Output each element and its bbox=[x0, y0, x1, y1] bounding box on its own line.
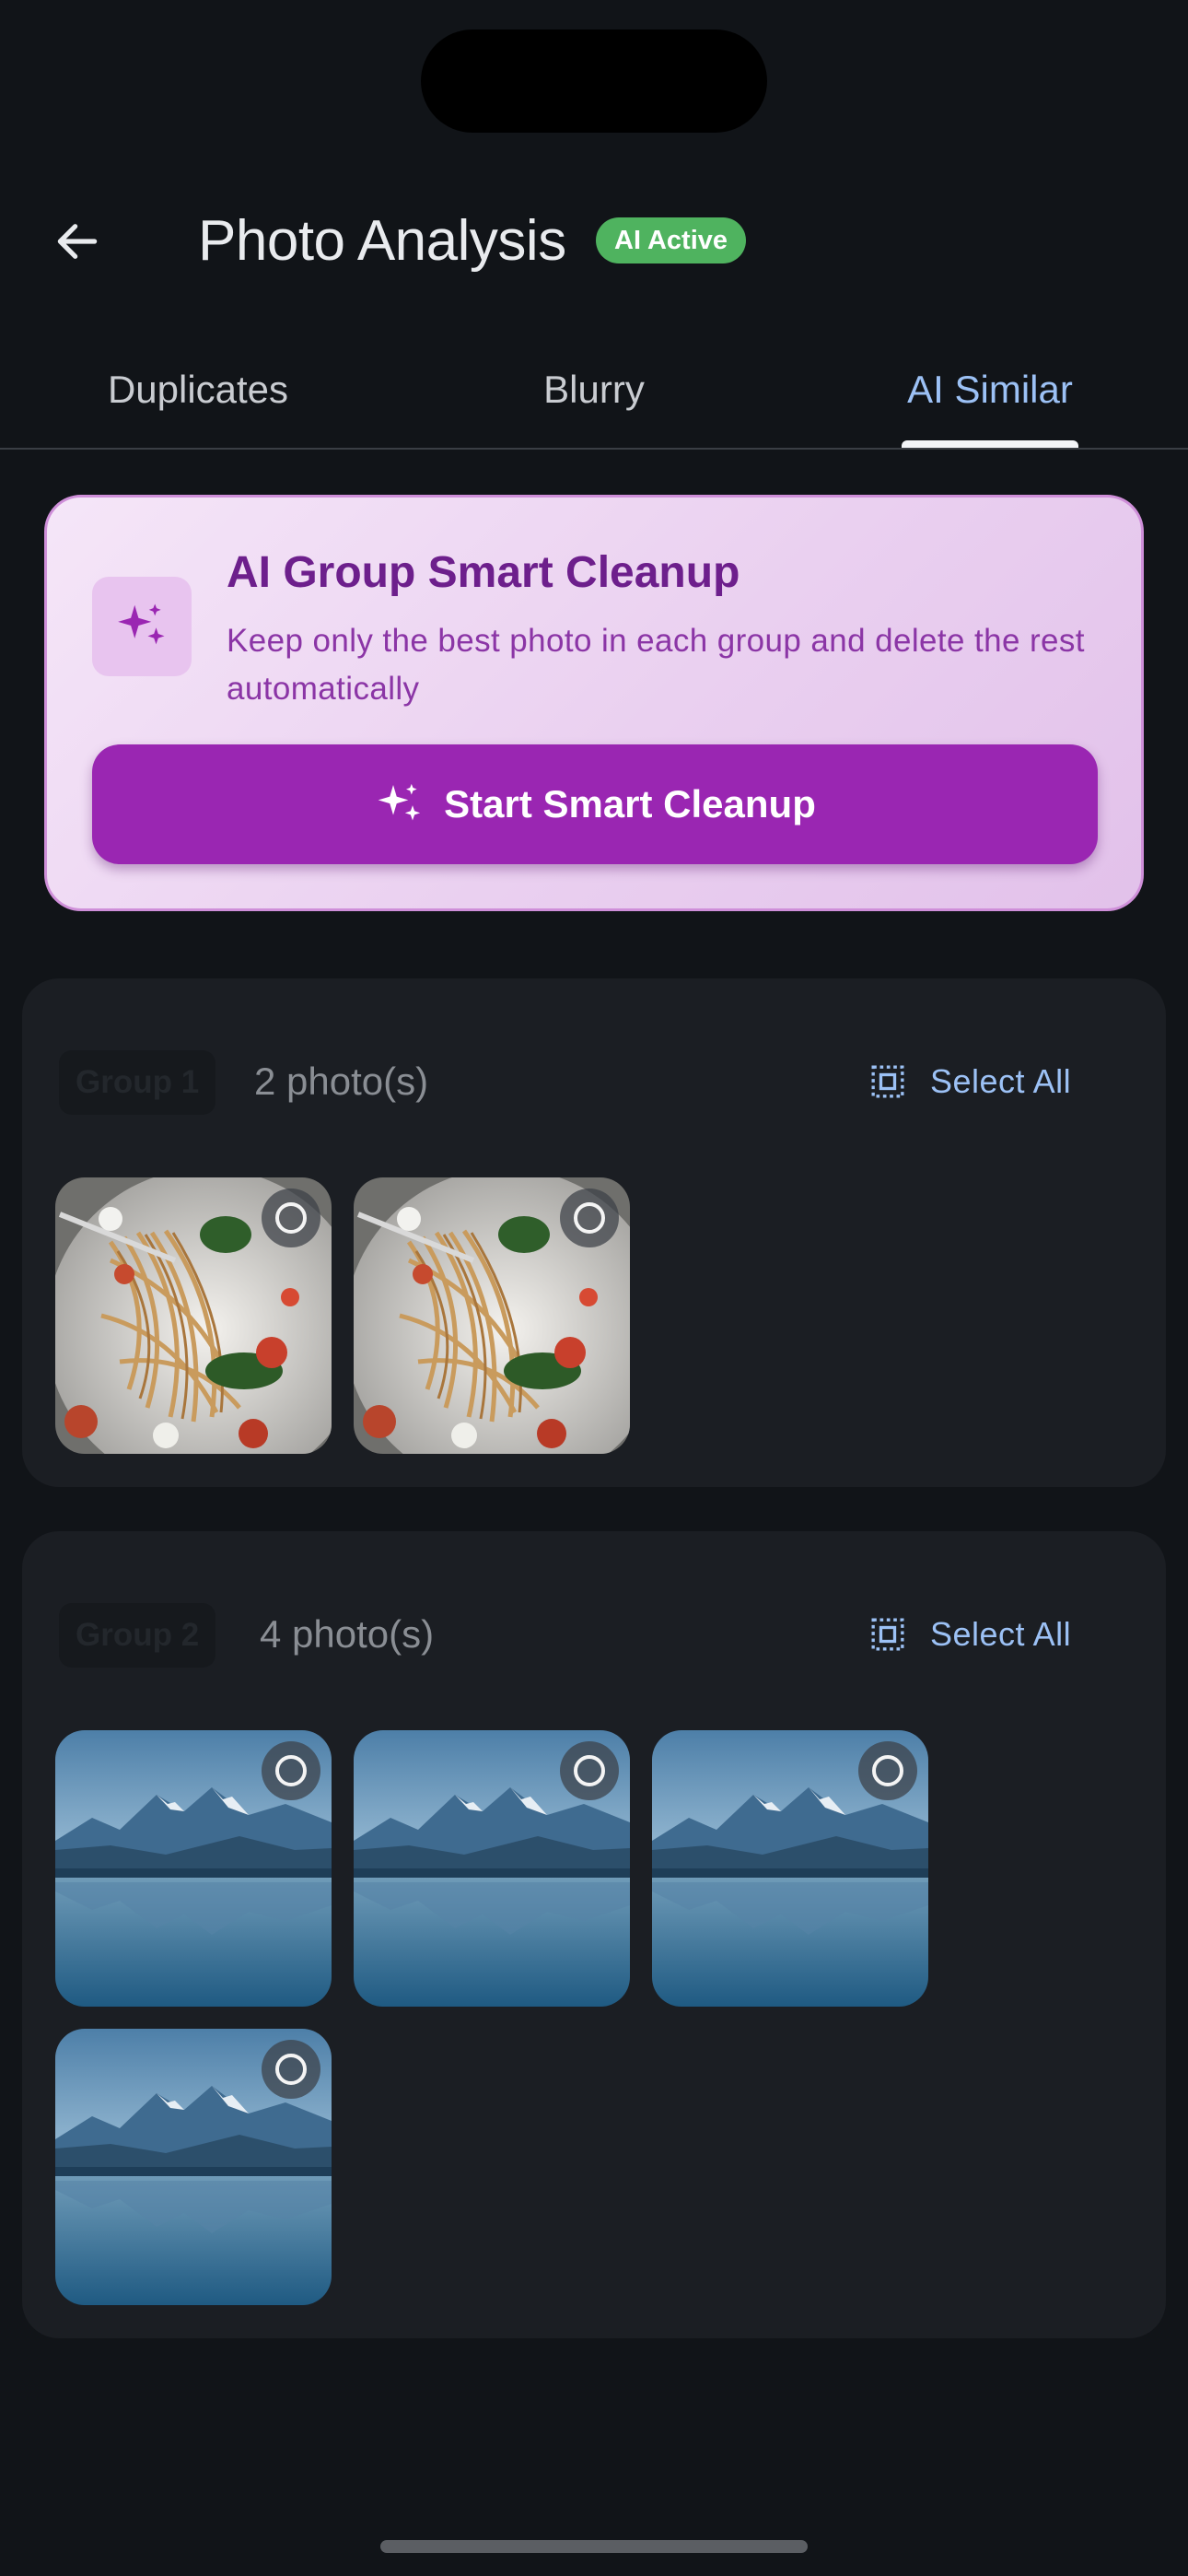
select-checkbox[interactable] bbox=[560, 1188, 619, 1247]
group-label: Group 2 bbox=[59, 1603, 216, 1668]
home-indicator bbox=[380, 2540, 808, 2553]
tabs-divider bbox=[0, 448, 1188, 450]
photo-thumbnail[interactable] bbox=[55, 2029, 332, 2305]
photo-thumbnail[interactable] bbox=[55, 1730, 332, 2007]
tab-bar: Duplicates Blurry AI Similar bbox=[0, 332, 1188, 450]
smart-cleanup-card: AI Group Smart Cleanup Keep only the bes… bbox=[44, 495, 1144, 911]
photo-thumbnail[interactable] bbox=[354, 1730, 630, 2007]
start-smart-cleanup-label: Start Smart Cleanup bbox=[444, 782, 816, 825]
select-all-button[interactable]: Select All bbox=[869, 1598, 1071, 1671]
tab-blurry[interactable]: Blurry bbox=[396, 332, 792, 448]
photo-group-card: Group 2 4 photo(s) Select All bbox=[22, 1531, 1166, 2338]
sparkles-icon bbox=[378, 783, 421, 821]
sparkles-icon-container bbox=[92, 577, 192, 676]
arrow-left-icon bbox=[57, 224, 98, 259]
select-all-icon bbox=[871, 1618, 904, 1651]
photo-thumbnail[interactable] bbox=[354, 1177, 630, 1454]
ai-status-badge: AI Active bbox=[596, 217, 747, 263]
tab-duplicates[interactable]: Duplicates bbox=[0, 332, 396, 448]
select-all-icon bbox=[871, 1065, 904, 1098]
select-checkbox[interactable] bbox=[858, 1741, 917, 1800]
app-bar: Photo Analysis AI Active bbox=[0, 184, 1188, 299]
select-checkbox[interactable] bbox=[262, 2040, 320, 2099]
back-button[interactable] bbox=[37, 205, 118, 278]
select-checkbox[interactable] bbox=[262, 1188, 320, 1247]
tab-ai-similar[interactable]: AI Similar bbox=[792, 332, 1188, 448]
photo-thumbnail[interactable] bbox=[55, 1177, 332, 1454]
photo-group-card: Group 1 2 photo(s) Select All bbox=[22, 978, 1166, 1487]
group-photo-count: 4 photo(s) bbox=[260, 1612, 435, 1656]
group-photo-count: 2 photo(s) bbox=[254, 1060, 429, 1103]
select-checkbox[interactable] bbox=[560, 1741, 619, 1800]
select-checkbox[interactable] bbox=[262, 1741, 320, 1800]
start-smart-cleanup-button[interactable]: Start Smart Cleanup bbox=[92, 744, 1098, 864]
select-all-button[interactable]: Select All bbox=[869, 1045, 1071, 1118]
camera-notch bbox=[421, 29, 767, 133]
group-label: Group 1 bbox=[59, 1050, 216, 1115]
select-all-label: Select All bbox=[930, 1615, 1072, 1653]
photo-thumbnail[interactable] bbox=[652, 1730, 928, 2007]
sparkles-icon bbox=[118, 603, 165, 645]
smart-cleanup-description: Keep only the best photo in each group a… bbox=[227, 623, 1085, 707]
smart-cleanup-title: AI Group Smart Cleanup bbox=[227, 548, 740, 597]
select-all-label: Select All bbox=[930, 1062, 1072, 1100]
page-title: Photo Analysis bbox=[198, 209, 566, 273]
